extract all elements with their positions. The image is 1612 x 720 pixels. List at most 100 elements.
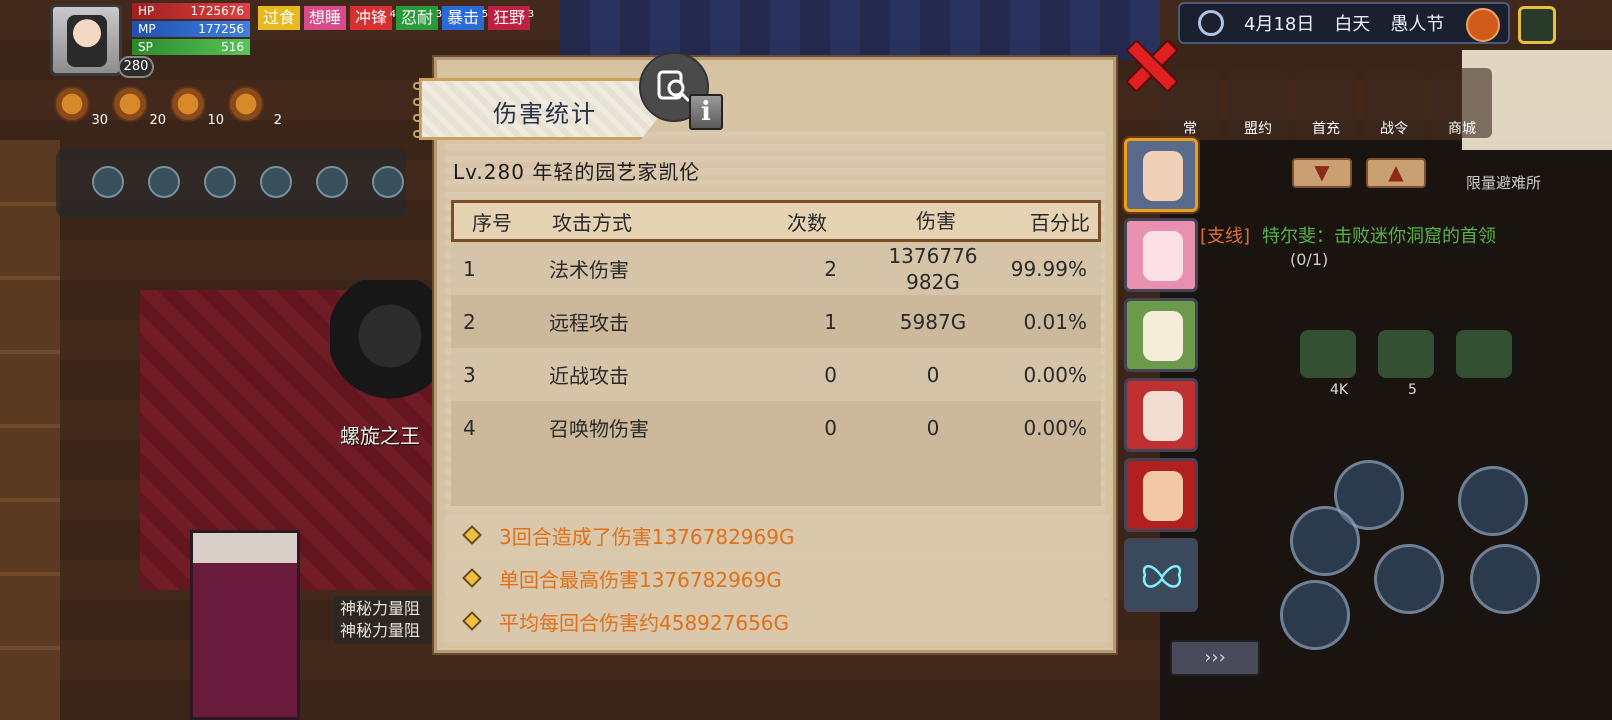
quest-progress: (0/1) xyxy=(1290,250,1329,269)
tray-skill-icon[interactable] xyxy=(316,166,348,198)
mystic-line: 神秘力量阻 xyxy=(340,621,421,640)
buff-badge[interactable]: 想睡 xyxy=(304,6,347,30)
buff-badge[interactable]: 冲锋 4 xyxy=(350,6,396,30)
skill-icon[interactable]: 30 xyxy=(54,86,108,128)
shelter-label[interactable]: 限量避难所 xyxy=(1466,172,1541,193)
tray-skill-icon[interactable] xyxy=(260,166,292,198)
row-attack-type: 远程攻击 xyxy=(549,311,629,335)
dialog-title: 伤害统计 xyxy=(493,100,597,128)
next-turn-button[interactable]: ››› xyxy=(1170,640,1260,676)
boss-name-label: 螺旋之王 xyxy=(340,424,420,448)
menu-item-first-recharge[interactable]: 首充 xyxy=(1296,68,1356,138)
quest-tag: [支线] xyxy=(1200,226,1251,247)
summary-line: 3回合造成了伤害1376782969G xyxy=(445,515,1109,555)
table-row: 1 法术伤害 2 1376776982G 99.99% xyxy=(451,242,1101,295)
menu-item-battle-pass[interactable]: 战令 xyxy=(1364,68,1424,138)
player-avatar[interactable] xyxy=(50,4,122,76)
buff-badge[interactable]: 暴击 5 xyxy=(442,6,488,30)
exp-item[interactable]: 4K xyxy=(1300,330,1356,398)
portrait-gardener-karen[interactable] xyxy=(1124,138,1198,212)
portrait-face xyxy=(1143,231,1183,281)
buff-badge[interactable]: 过食 xyxy=(258,6,301,30)
bed-sprite xyxy=(190,530,300,720)
tray-skill-icon[interactable] xyxy=(92,166,124,198)
mp-bar: MP 177256 xyxy=(132,21,250,37)
info-button[interactable]: i xyxy=(689,94,723,130)
sp-bar: SP 516 xyxy=(132,39,250,55)
festival-label: 愚人节 xyxy=(1390,14,1445,35)
portrait-pirate-captain[interactable] xyxy=(1124,458,1198,532)
row-damage: 1376776982G xyxy=(888,243,978,294)
summary-line: 平均每回合伤害约458927656G xyxy=(445,601,1109,641)
sword-attack-button[interactable] xyxy=(1374,544,1444,614)
skill-row: 30 20 10 2 xyxy=(54,86,282,128)
row-index: 2 xyxy=(463,309,476,334)
globe-icon[interactable] xyxy=(1466,8,1500,42)
row-percent: 0.00% xyxy=(1023,362,1087,387)
tray-skill-icon[interactable] xyxy=(148,166,180,198)
portrait-butterfly[interactable] xyxy=(1124,538,1198,612)
row-attack-type: 法术伤害 xyxy=(549,258,629,282)
top-menu: 常 盟约 首充 战令 商城 xyxy=(1160,68,1492,138)
scene-wall xyxy=(0,140,60,720)
menu-item-shop[interactable]: 商城 xyxy=(1432,68,1492,138)
portrait-red-priestess[interactable] xyxy=(1124,378,1198,452)
tray-skill-icon[interactable] xyxy=(204,166,236,198)
table-row: 3 近战攻击 0 0 0.00% xyxy=(451,348,1101,401)
skill-icon[interactable]: 20 xyxy=(112,86,166,128)
stone-item[interactable]: 5 xyxy=(1378,330,1434,398)
buff-badge[interactable]: 忍耐 3 xyxy=(396,6,442,30)
date-bar: 4月18日 白天 愚人节 xyxy=(1178,2,1510,44)
mp-value: 177256 xyxy=(198,22,244,36)
damage-stats-dialog: 伤害统计 i Lv.280 年轻的园艺家凯伦 序号 攻击方式 次数 伤害 百分比… xyxy=(413,52,1116,653)
exit-icon[interactable] xyxy=(1518,6,1556,44)
hp-label: HP xyxy=(138,4,155,18)
portrait-face xyxy=(1143,391,1183,441)
character-name: Lv.280 年轻的园艺家凯伦 xyxy=(453,160,701,184)
collapse-down-button[interactable]: ▼ xyxy=(1292,158,1352,188)
buff-list: 过食 想睡 冲锋 4 忍耐 3 暴击 5 狂野 3 xyxy=(258,6,534,30)
row-count: 2 xyxy=(824,256,837,281)
damage-summary: 3回合造成了伤害1376782969G 单回合最高伤害1376782969G 平… xyxy=(445,515,1109,644)
bow-attack-button[interactable] xyxy=(1470,544,1540,614)
col-damage: 伤害 xyxy=(916,209,956,233)
hp-bar: HP 1725676 xyxy=(132,3,250,19)
hp-value: 1725676 xyxy=(190,4,244,18)
sp-value: 516 xyxy=(221,40,244,54)
table-header: 序号 攻击方式 次数 伤害 百分比 xyxy=(451,200,1101,242)
skill-icon[interactable]: 10 xyxy=(170,86,224,128)
scene-top-decor xyxy=(560,0,1160,60)
close-button[interactable] xyxy=(1124,38,1174,88)
boss-sprite[interactable] xyxy=(330,280,450,420)
diamond-bullet-icon xyxy=(462,525,482,545)
daytime-label: 白天 xyxy=(1334,14,1371,35)
diamond-bullet-icon xyxy=(462,611,482,631)
sun-icon xyxy=(1198,10,1224,36)
skill-icon[interactable]: 2 xyxy=(228,86,282,128)
mp-label: MP xyxy=(138,22,156,36)
collapse-up-button[interactable]: ▲ xyxy=(1366,158,1426,188)
col-count: 次数 xyxy=(787,210,827,235)
axe-skill-button[interactable] xyxy=(1280,580,1350,650)
player-level-badge: 280 xyxy=(118,56,154,78)
tray-skill-icon[interactable] xyxy=(372,166,404,198)
portrait-pink-nurse[interactable] xyxy=(1124,218,1198,292)
staff-item[interactable] xyxy=(1456,330,1512,378)
row-attack-type: 召唤物伤害 xyxy=(549,417,649,441)
row-damage: 0 xyxy=(926,415,940,440)
col-percent: 百分比 xyxy=(1030,210,1090,235)
buff-badge[interactable]: 狂野 3 xyxy=(488,6,534,30)
table-row: 2 远程攻击 1 5987G 0.01% xyxy=(451,295,1101,348)
shuriken-skill-button[interactable] xyxy=(1290,506,1360,576)
party-portraits xyxy=(1124,138,1198,612)
row-count: 0 xyxy=(824,415,837,440)
date-label: 4月18日 xyxy=(1244,14,1315,35)
hourglass-button[interactable] xyxy=(1458,466,1528,536)
row-percent: 0.00% xyxy=(1023,415,1087,440)
consumable-row: 4K 5 xyxy=(1300,330,1512,398)
diamond-bullet-icon xyxy=(462,568,482,588)
quest-text[interactable]: 特尔斐：击败迷你洞窟的首领 xyxy=(1262,222,1612,248)
portrait-green-flower[interactable] xyxy=(1124,298,1198,372)
col-index: 序号 xyxy=(472,210,512,235)
menu-item-covenant[interactable]: 盟约 xyxy=(1228,68,1288,138)
